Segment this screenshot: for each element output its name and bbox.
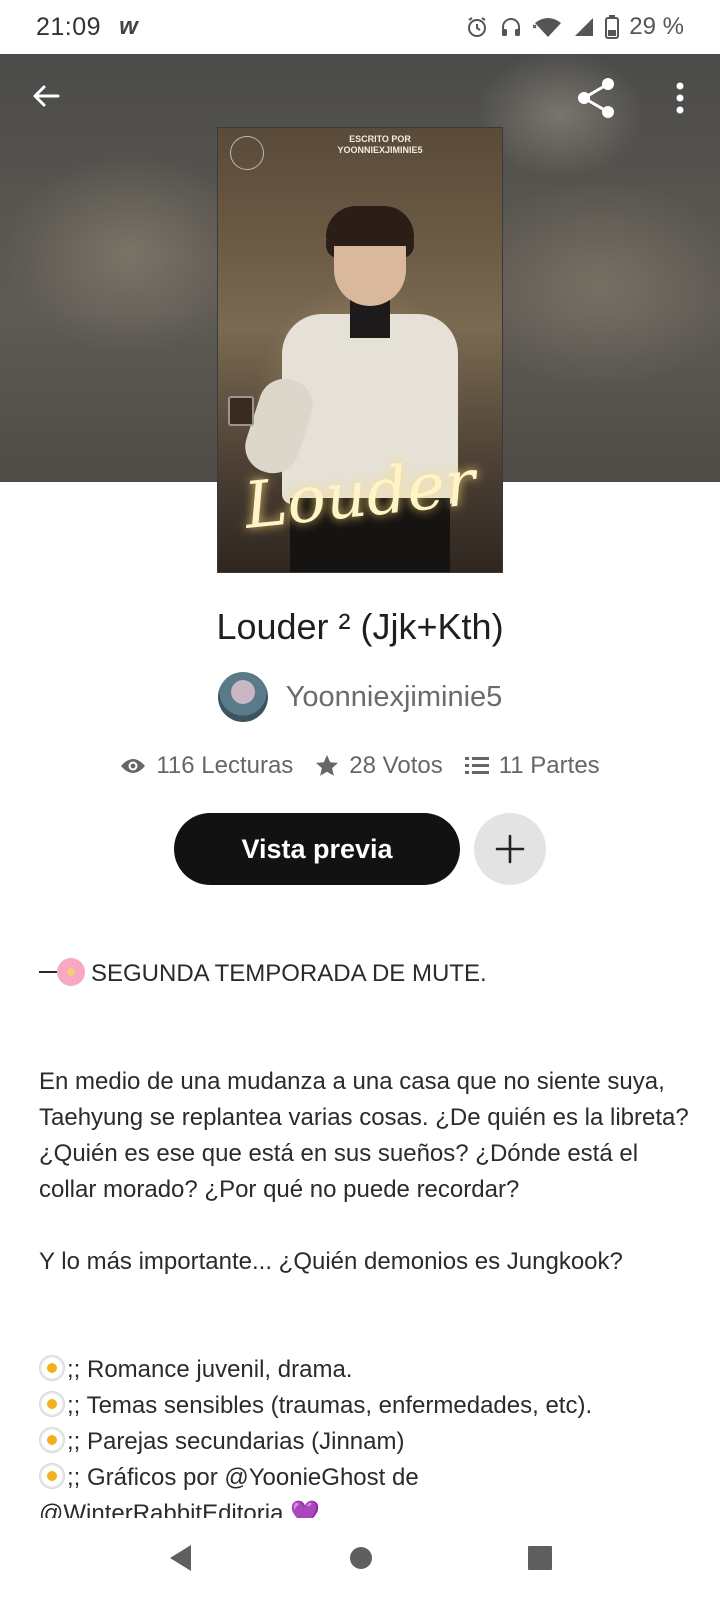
plus-icon: [495, 834, 525, 864]
back-button[interactable]: [22, 72, 70, 120]
status-time: 21:09: [36, 12, 102, 41]
daisy-icon: [39, 1391, 65, 1417]
tag-text: ;; Gráficos por @YoonieGhost de: [67, 1464, 419, 1491]
system-nav-bar: [0, 1520, 720, 1600]
story-stats: 116 Lecturas 28 Votos 11 Partes: [0, 752, 720, 780]
daisy-icon: [39, 1463, 65, 1489]
nav-home-circle-icon[interactable]: [348, 1545, 374, 1576]
story-actions: Vista previa: [0, 813, 720, 885]
reads-count: 116 Lecturas: [156, 752, 294, 779]
daisy-icon: [39, 1427, 65, 1453]
nav-back-triangle-icon[interactable]: [167, 1543, 195, 1578]
story-description: SEGUNDA TEMPORADA DE MUTE. En medio de u…: [39, 956, 689, 1532]
author-row[interactable]: Yoonniexjiminie5: [0, 672, 720, 722]
battery-icon: [605, 15, 620, 39]
cherry-blossom-icon: [57, 958, 85, 986]
votes-count: 28 Votos: [349, 752, 443, 779]
alarm-icon: [465, 15, 489, 39]
votes-stat: 28 Votos: [315, 752, 443, 780]
story-cover[interactable]: ESCRITO POR YOONNIEXJIMINIE5 Louder: [217, 127, 503, 573]
signal-icon: [573, 16, 595, 38]
headphones-icon: [499, 15, 523, 39]
tag-text: ;; Parejas secundarias (Jinnam): [67, 1428, 405, 1455]
daisy-icon: [39, 1355, 65, 1381]
list-icon: [464, 757, 489, 774]
status-bar: 21:09 w 29 %: [0, 0, 720, 54]
tag-line: ;; Temas sensibles (traumas, enfermedade…: [39, 1388, 689, 1424]
battery-percent: 29 %: [629, 13, 684, 40]
cover-figure-fringe: [326, 206, 414, 246]
wifi-icon: [533, 15, 563, 39]
tag-text: ;; Romance juvenil, drama.: [67, 1356, 353, 1383]
more-options-button[interactable]: [660, 72, 700, 124]
tag-line: ;; Gráficos por @YoonieGhost de: [39, 1460, 689, 1496]
nav-recents-square-icon[interactable]: [527, 1545, 553, 1576]
season-line-text: SEGUNDA TEMPORADA DE MUTE.: [91, 960, 487, 987]
dash-glyph: [39, 971, 57, 973]
story-title: Louder ² (Jjk+Kth): [216, 606, 504, 647]
cover-credit: ESCRITO POR YOONNIEXJIMINIE5: [218, 134, 502, 156]
more-vertical-icon: [676, 82, 684, 114]
preview-button[interactable]: Vista previa: [174, 813, 460, 885]
reads-stat: 116 Lecturas: [120, 752, 293, 780]
tag-text: ;; Temas sensibles (traumas, enfermedade…: [67, 1392, 593, 1419]
share-button[interactable]: [570, 72, 622, 124]
arrow-left-icon: [33, 85, 60, 107]
author-name[interactable]: Yoonniexjiminie5: [286, 681, 503, 714]
wattpad-notification-icon: w: [119, 13, 138, 40]
author-avatar[interactable]: [217, 672, 268, 722]
share-icon: [578, 78, 614, 118]
tag-line: ;; Romance juvenil, drama.: [39, 1352, 689, 1388]
tag-line: ;; Parejas secundarias (Jinnam): [39, 1424, 689, 1460]
season-line: SEGUNDA TEMPORADA DE MUTE.: [39, 956, 689, 992]
star-icon: [316, 755, 339, 776]
cover-credit-line1: ESCRITO POR: [349, 134, 411, 144]
status-icons: 29 %: [465, 13, 684, 41]
add-to-library-button[interactable]: [474, 813, 546, 885]
parts-count: 11 Partes: [498, 752, 600, 779]
synopsis-question: Y lo más importante... ¿Quién demonios e…: [39, 1248, 623, 1275]
parts-stat: 11 Partes: [464, 752, 600, 780]
cover-coffee-cup: [228, 396, 254, 426]
eye-icon: [121, 759, 146, 773]
cover-credit-line2: YOONNIEXJIMINIE5: [337, 145, 423, 155]
synopsis-paragraph: En medio de una mudanza a una casa que n…: [39, 1068, 689, 1203]
